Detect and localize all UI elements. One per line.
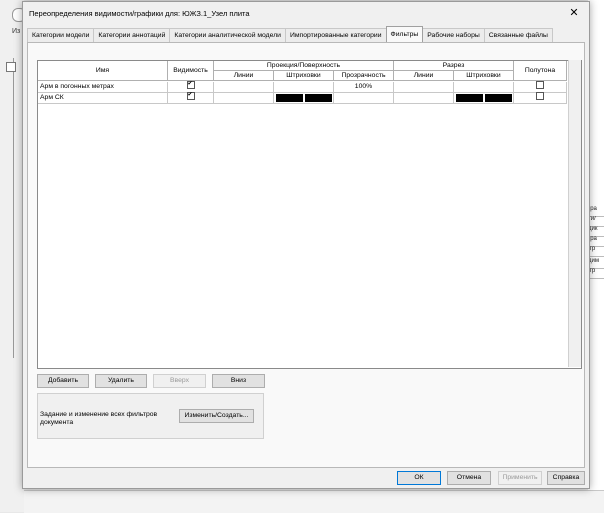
transparency-cell[interactable]: 100% <box>334 82 394 93</box>
tab-analytical-model-categories[interactable]: Категории аналитической модели <box>169 28 286 42</box>
column-header-transparency[interactable]: Прозрачность <box>334 71 394 81</box>
cancel-button[interactable]: Отмена <box>447 471 491 485</box>
tab-model-categories[interactable]: Категории модели <box>27 28 95 42</box>
column-header-name[interactable]: Имя <box>38 61 168 81</box>
add-filter-button[interactable]: Добавить <box>37 374 89 388</box>
tab-filters[interactable]: Фильтры <box>385 26 424 42</box>
pattern-swatch-black <box>456 94 483 102</box>
cut-lines-cell[interactable] <box>394 82 454 93</box>
edit-create-filters-button[interactable]: Изменить/Создать... <box>179 409 254 423</box>
projection-patterns-cell[interactable] <box>274 93 334 104</box>
cut-lines-cell[interactable] <box>394 93 454 104</box>
column-header-projection-lines[interactable]: Линии <box>214 71 274 81</box>
dialog-title: Переопределения видимости/графики для: Ю… <box>29 9 250 18</box>
projection-patterns-cell[interactable] <box>274 82 334 93</box>
halftone-cell <box>514 92 567 104</box>
visibility-checkbox[interactable] <box>186 92 195 101</box>
background-status-area <box>24 490 604 513</box>
background-text: Из <box>12 28 21 35</box>
projection-lines-cell[interactable] <box>214 82 274 93</box>
table-vertical-scrollbar[interactable] <box>568 60 581 367</box>
cut-patterns-cell[interactable] <box>454 93 514 104</box>
tab-worksets[interactable]: Рабочие наборы <box>422 28 485 42</box>
close-icon[interactable]: ✕ <box>567 6 581 20</box>
column-header-visibility[interactable]: Видимость <box>168 61 214 81</box>
cut-patterns-cell[interactable] <box>454 82 514 93</box>
halftone-checkbox[interactable] <box>536 92 544 101</box>
dialog-titlebar[interactable]: Переопределения видимости/графики для: Ю… <box>23 2 589 24</box>
pattern-swatch-black <box>485 94 512 102</box>
filter-name-cell[interactable]: Арм в погонных метрах <box>38 82 168 93</box>
move-up-button[interactable]: Вверх <box>153 374 206 388</box>
visibility-cell <box>168 92 214 104</box>
background-row: /гр <box>588 268 604 279</box>
tab-annotation-categories[interactable]: Категории аннотаций <box>93 28 171 42</box>
pattern-swatch-black <box>305 94 332 102</box>
tab-strip: Категории модели Категории аннотаций Кат… <box>27 26 553 42</box>
halftone-checkbox[interactable] <box>536 81 544 90</box>
move-down-button[interactable]: Вниз <box>212 374 265 388</box>
background-divider <box>13 58 14 358</box>
filters-table: Имя Видимость Проекция/Поверхность Разре… <box>37 60 582 369</box>
visibility-graphics-dialog: Переопределения видимости/графики для: Ю… <box>22 1 590 489</box>
visibility-checkbox[interactable] <box>186 81 195 90</box>
pattern-swatch-black <box>276 94 303 102</box>
column-header-projection-patterns[interactable]: Штриховки <box>274 71 334 81</box>
help-button[interactable]: Справка <box>547 471 585 485</box>
column-header-cut: Разрез <box>394 61 514 71</box>
column-header-projection: Проекция/Поверхность <box>214 61 394 71</box>
filters-edit-description: Задание и изменение всех фильтров докуме… <box>40 411 158 426</box>
transparency-cell[interactable] <box>334 93 394 104</box>
column-header-halftone[interactable]: Полутона <box>514 61 567 81</box>
background-checkbox <box>6 62 16 72</box>
remove-filter-button[interactable]: Удалить <box>95 374 147 388</box>
column-header-cut-patterns[interactable]: Штриховки <box>454 71 514 81</box>
apply-button[interactable]: Применить <box>498 471 542 485</box>
ok-button[interactable]: ОК <box>397 471 441 485</box>
tab-linked-files[interactable]: Связанные файлы <box>483 28 553 42</box>
tab-imported-categories[interactable]: Импортированные категории <box>284 28 387 42</box>
column-header-cut-lines[interactable]: Линии <box>394 71 454 81</box>
projection-lines-cell[interactable] <box>214 93 274 104</box>
filter-name-cell[interactable]: Арм СК <box>38 93 168 104</box>
background-app-right: гра ти/ дик гра /гр дим /гр <box>588 0 604 512</box>
filters-tab-panel: Имя Видимость Проекция/Поверхность Разре… <box>27 42 585 468</box>
background-row: /гр <box>588 246 604 257</box>
background-app-left: Из <box>0 0 26 512</box>
